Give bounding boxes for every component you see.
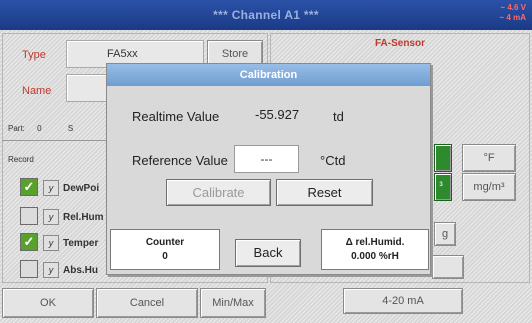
y-axis-toggle[interactable]: y <box>43 262 59 278</box>
reference-label: Reference Value <box>132 153 228 168</box>
cancel-button[interactable]: Cancel <box>96 288 198 318</box>
record-label-dewpoint: DewPoi <box>63 183 100 194</box>
record-label-relhum: Rel.Hum <box>63 212 104 223</box>
part-row: Part: 0 S <box>8 124 73 133</box>
ma-output-button[interactable]: 4-20 mA <box>343 288 463 314</box>
unit-g-button[interactable]: g <box>434 222 456 246</box>
window-title: *** Channel A1 *** <box>213 8 319 22</box>
realtime-label: Realtime Value <box>132 109 220 124</box>
counter-value: 0 <box>162 251 168 262</box>
counter-box: Counter 0 <box>110 229 220 270</box>
unit-f-button[interactable]: °F <box>462 144 516 172</box>
calibration-dialog: Calibration Realtime Value -55.927 td Re… <box>106 63 431 275</box>
unit-blank-button[interactable] <box>432 255 464 279</box>
record-checkbox-abshum[interactable]: ✓ <box>20 260 38 278</box>
delta-value: 0.000 %rH <box>351 251 399 262</box>
calibrate-button[interactable]: Calibrate <box>166 179 271 206</box>
unit-gm3-button[interactable]: ³ <box>434 173 452 201</box>
delta-humidity-box: Δ rel.Humid. 0.000 %rH <box>321 229 429 270</box>
type-label: Type <box>22 49 46 61</box>
reset-button[interactable]: Reset <box>276 179 373 206</box>
counter-label: Counter <box>145 237 185 248</box>
record-checkbox-relhum[interactable]: ✓ <box>20 207 38 225</box>
reference-unit: °Ctd <box>320 153 346 168</box>
part-label: Part: <box>8 124 25 133</box>
sensor-header: FA-Sensor <box>374 38 425 49</box>
status-line-1: ~ 4.6 V <box>500 3 526 12</box>
unit-mgm3-button[interactable]: mg/m³ <box>462 173 516 201</box>
realtime-unit: td <box>333 109 344 124</box>
y-axis-toggle[interactable]: y <box>43 235 59 251</box>
status-indicator: ~ 4.6 V ~ 4 mA <box>500 3 526 23</box>
record-checkbox-dewpoint[interactable]: ✓ <box>20 178 38 196</box>
divider <box>2 140 106 141</box>
status-line-2: ~ 4 mA <box>499 13 526 22</box>
y-axis-toggle[interactable]: y <box>43 180 59 196</box>
realtime-value: -55.927 <box>255 107 300 122</box>
unit-selected-button[interactable] <box>434 144 452 172</box>
y-axis-toggle[interactable]: y <box>43 209 59 225</box>
ok-button[interactable]: OK <box>2 288 94 318</box>
part-value: 0 <box>37 124 42 133</box>
record-label-temperature: Temper <box>63 238 99 249</box>
record-checkbox-temperature[interactable]: ✓ <box>20 233 38 251</box>
name-field[interactable] <box>66 74 108 102</box>
record-label: Record <box>8 155 34 164</box>
back-button[interactable]: Back <box>235 239 301 267</box>
record-label-abshum: Abs.Hu <box>63 265 98 276</box>
dialog-title: Calibration <box>107 64 430 86</box>
minmax-button[interactable]: Min/Max <box>200 288 266 318</box>
type-value: FA5xx <box>107 48 138 60</box>
delta-label: Δ rel.Humid. <box>345 237 405 248</box>
name-label: Name <box>22 85 52 97</box>
part-extra: S <box>67 124 74 133</box>
reference-value-input[interactable]: --- <box>234 145 299 173</box>
